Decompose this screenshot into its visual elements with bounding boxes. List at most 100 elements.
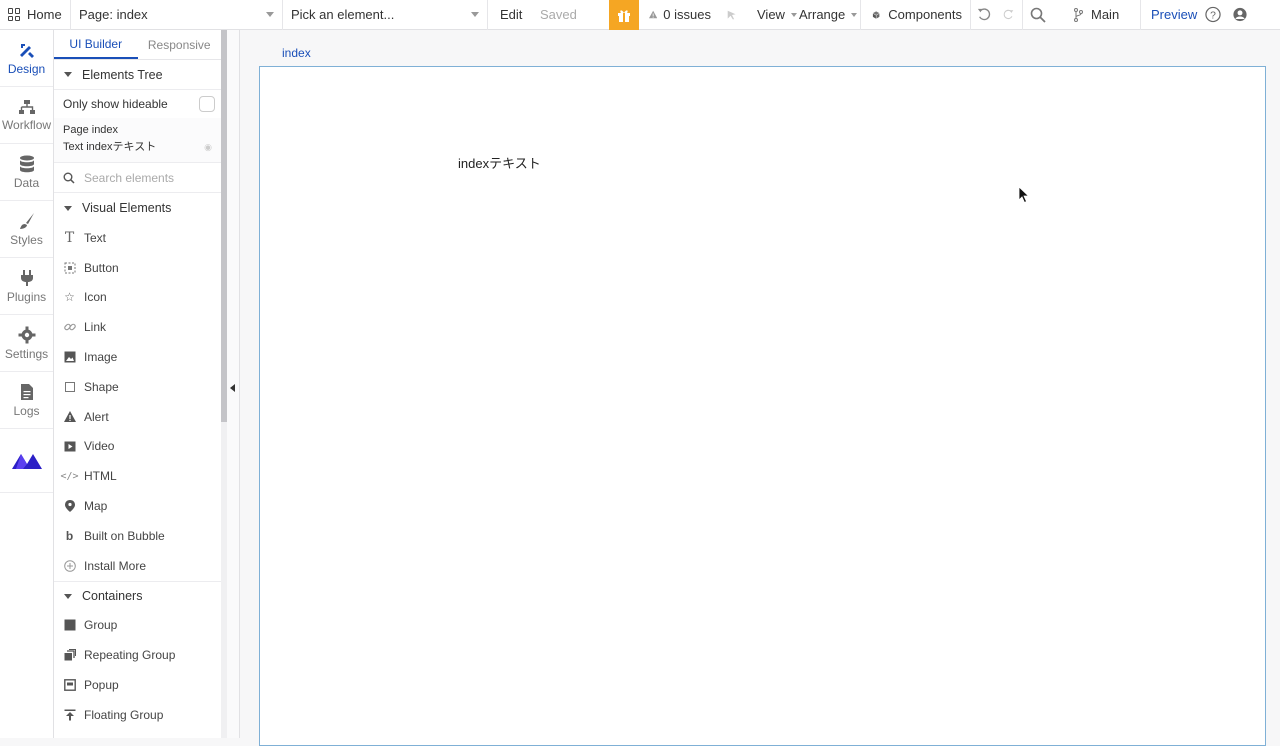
issues-button[interactable]: 0 issues	[639, 0, 719, 30]
nav-design[interactable]: Design	[0, 30, 53, 87]
element-html[interactable]: </> HTML	[54, 461, 221, 491]
branch-icon	[1074, 7, 1083, 22]
nav-workflow-label: Workflow	[1, 117, 52, 132]
view-menu[interactable]: View	[745, 0, 797, 30]
tree-item-label: Text indexテキスト	[63, 141, 157, 153]
search-button[interactable]	[1023, 0, 1069, 30]
element-label: Button	[84, 260, 119, 275]
nav-styles[interactable]: Styles	[0, 201, 53, 258]
element-built-on-bubble[interactable]: b Built on Bubble	[54, 521, 221, 551]
element-picker[interactable]: Pick an element...	[283, 0, 488, 30]
help-button[interactable]: ?	[1201, 0, 1229, 30]
element-label: Group	[84, 618, 118, 633]
element-alert[interactable]: Alert	[54, 402, 221, 432]
popup-icon	[63, 679, 76, 692]
page-select[interactable]: Page: index	[71, 0, 283, 30]
undo-button[interactable]	[971, 0, 999, 30]
grid-icon	[8, 8, 21, 21]
tab-responsive[interactable]: Responsive	[138, 30, 222, 59]
tree-item-text[interactable]: Text indexテキスト ◉	[63, 139, 212, 156]
element-shape[interactable]: Shape	[54, 372, 221, 402]
inspect-button[interactable]	[719, 0, 745, 30]
only-hideable-checkbox[interactable]	[199, 96, 215, 112]
elements-tree-title: Elements Tree	[82, 67, 163, 82]
nav-logs[interactable]: Logs	[0, 372, 53, 429]
element-video[interactable]: Video	[54, 432, 221, 462]
element-label: Floating Group	[84, 707, 164, 722]
element-popup[interactable]: Popup	[54, 670, 221, 700]
mouse-cursor-icon	[1018, 186, 1030, 204]
warning-icon	[649, 10, 658, 19]
visual-elements-header[interactable]: Visual Elements	[54, 193, 221, 223]
search-icon	[1030, 7, 1046, 23]
document-icon	[20, 383, 33, 400]
saved-status: Saved	[532, 0, 609, 30]
page-name-label: index	[282, 46, 311, 60]
nav-plugins[interactable]: Plugins	[0, 258, 53, 315]
home-button[interactable]: Home	[0, 0, 71, 30]
nav-settings[interactable]: Settings	[0, 315, 53, 372]
search-elements-placeholder: Search elements	[84, 170, 175, 185]
floating-group-icon	[63, 708, 76, 721]
element-install-more[interactable]: Install More	[54, 551, 221, 581]
elements-tree: Page index Text indexテキスト ◉	[54, 118, 221, 163]
square-icon	[63, 380, 76, 393]
elements-tree-header[interactable]: Elements Tree	[54, 60, 221, 90]
search-elements[interactable]: Search elements	[54, 163, 221, 193]
left-nav: Design Workflow Data Styles Plugins Sett…	[0, 30, 54, 738]
alert-icon	[63, 410, 76, 423]
element-floating-group[interactable]: Floating Group	[54, 700, 221, 730]
element-label: Shape	[84, 379, 119, 394]
help-icon: ?	[1205, 6, 1221, 23]
canvas-text-element[interactable]: indexテキスト	[458, 153, 541, 172]
preview-label: Preview	[1151, 7, 1198, 22]
plug-icon	[20, 269, 33, 286]
element-label: Link	[84, 320, 107, 335]
branch-label: Main	[1091, 7, 1120, 22]
collapse-panel-icon[interactable]	[230, 384, 235, 392]
builder-panel: UI Builder Responsive Elements Tree Only…	[54, 30, 221, 738]
cube-icon	[872, 10, 880, 19]
edit-menu[interactable]: Edit	[488, 0, 532, 30]
element-label: Text	[84, 230, 107, 245]
gift-button[interactable]	[609, 0, 639, 30]
element-label: Built on Bubble	[84, 528, 165, 543]
collapse-icon	[64, 72, 72, 77]
components-label: Components	[888, 7, 962, 22]
chevron-down-icon	[851, 12, 858, 17]
element-label: Video	[84, 439, 115, 454]
element-map[interactable]: Map	[54, 491, 221, 521]
element-label: Icon	[84, 290, 107, 305]
map-pin-icon	[63, 500, 76, 513]
eye-icon[interactable]: ◉	[204, 139, 212, 156]
arrange-menu[interactable]: Arrange	[795, 0, 861, 30]
button-icon	[63, 261, 76, 274]
text-icon: T	[64, 229, 75, 246]
element-group[interactable]: Group	[54, 611, 221, 641]
account-button[interactable]	[1229, 0, 1255, 30]
element-icon[interactable]: ☆ Icon	[54, 283, 221, 313]
element-image[interactable]: Image	[54, 342, 221, 372]
element-link[interactable]: Link	[54, 312, 221, 342]
element-text[interactable]: T Text	[54, 223, 221, 253]
tab-ui-builder[interactable]: UI Builder	[54, 30, 138, 59]
components-button[interactable]: Components	[861, 0, 971, 30]
arrange-label: Arrange	[799, 7, 846, 22]
nav-styles-label: Styles	[10, 232, 43, 247]
nav-workflow[interactable]: Workflow	[0, 87, 53, 144]
nav-data[interactable]: Data	[0, 144, 53, 201]
redo-button[interactable]	[999, 0, 1023, 30]
preview-button[interactable]: Preview	[1141, 0, 1201, 30]
tree-item-page[interactable]: Page index	[63, 122, 212, 139]
video-icon	[63, 440, 76, 453]
nav-data-label: Data	[13, 175, 40, 190]
app-logo[interactable]	[0, 429, 53, 493]
gift-icon	[618, 9, 630, 22]
page-canvas[interactable]: indexテキスト	[259, 66, 1266, 746]
only-hideable-label: Only show hideable	[63, 97, 168, 111]
bubble-icon: b	[65, 528, 74, 543]
element-button[interactable]: Button	[54, 253, 221, 283]
branch-selector[interactable]: Main	[1069, 0, 1141, 30]
containers-header[interactable]: Containers	[54, 580, 221, 611]
element-repeating-group[interactable]: Repeating Group	[54, 640, 221, 670]
